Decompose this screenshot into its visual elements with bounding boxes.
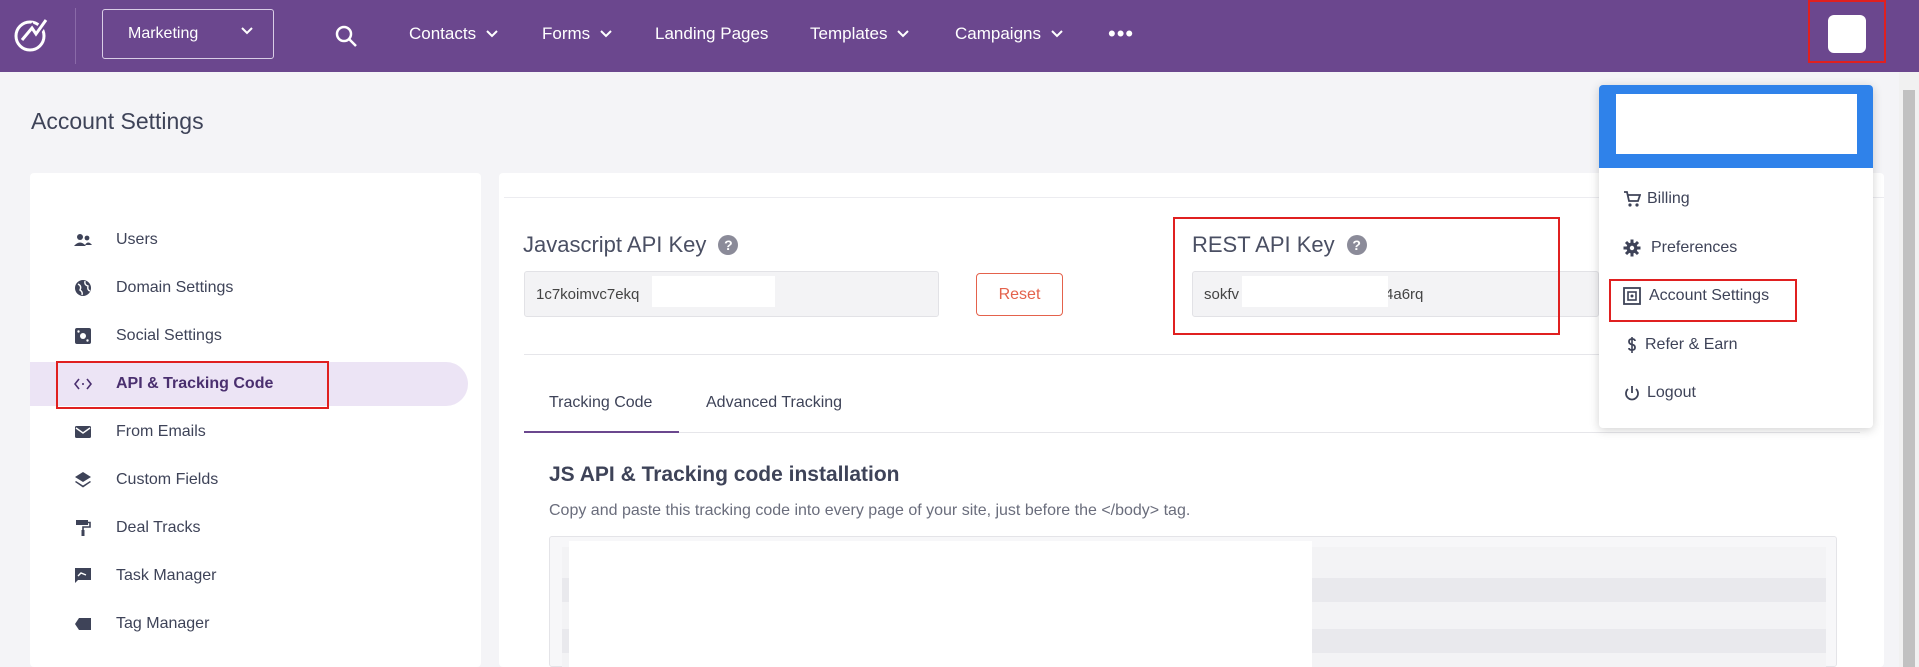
user-info-box (1616, 94, 1857, 154)
nav-contacts-label: Contacts (409, 24, 477, 43)
rest-api-key-highlight (1173, 217, 1560, 335)
users-icon (74, 234, 92, 246)
chevron-down-icon (897, 30, 910, 38)
product-select-label: Marketing (128, 25, 199, 42)
account-settings-highlight (1609, 279, 1797, 322)
menu-item-preferences[interactable]: Preferences (1599, 230, 1873, 266)
social-icon (75, 328, 91, 344)
sidebar-item-label: Social Settings (116, 327, 222, 344)
chevron-down-icon (1051, 30, 1063, 38)
js-api-key-value: 1c7koimvc7ekq (536, 285, 640, 303)
sidebar-item-label: Users (116, 231, 158, 248)
page-title: Account Settings (31, 108, 204, 134)
nav-divider (75, 8, 76, 64)
nav-campaigns-label: Campaigns (955, 24, 1041, 43)
search-icon[interactable] (334, 24, 358, 48)
nav-templates-label: Templates (810, 24, 888, 43)
avatar[interactable] (1828, 15, 1866, 53)
account-dropdown-menu: Billing Preferences Account Settings Ref… (1599, 85, 1873, 428)
page-scrollbar[interactable] (1899, 72, 1919, 667)
top-navigation-bar: Marketing Contacts Forms Landing Pages T… (0, 0, 1919, 72)
sidebar-item-label: Custom Fields (116, 471, 219, 488)
globe-icon (75, 280, 91, 296)
sidebar-item-custom-fields[interactable]: Custom Fields (30, 458, 468, 502)
sidebar-item-label: Deal Tracks (116, 519, 201, 536)
sidebar-item-task-manager[interactable]: Task Manager (30, 554, 468, 598)
chevron-down-icon (241, 27, 253, 35)
more-menu-button[interactable]: ••• (1108, 22, 1134, 46)
gear-icon (1623, 239, 1641, 257)
tag-icon (75, 618, 91, 630)
task-icon (75, 568, 91, 583)
chevron-down-icon (486, 30, 498, 38)
api-tracking-highlight (56, 361, 329, 409)
active-tab-indicator (524, 431, 679, 433)
settings-sidebar: Users Domain Settings Social Settings AP… (30, 173, 481, 667)
product-select[interactable]: Marketing (102, 9, 274, 59)
logo-icon[interactable] (12, 14, 52, 54)
sidebar-item-label: Domain Settings (116, 279, 234, 296)
chevron-down-icon (600, 30, 612, 38)
user-avatar-highlight (1808, 0, 1886, 63)
tab-advanced-tracking[interactable]: Advanced Tracking (706, 394, 842, 412)
menu-item-label: Refer & Earn (1645, 336, 1738, 353)
menu-header (1599, 85, 1873, 168)
nav-forms[interactable]: Forms (542, 24, 612, 44)
redacted-js-key (652, 276, 775, 307)
nav-landing-pages-label: Landing Pages (655, 24, 769, 43)
sidebar-item-tag-manager[interactable]: Tag Manager (30, 602, 468, 646)
tabs-baseline (524, 432, 1860, 433)
menu-item-billing[interactable]: Billing (1599, 181, 1873, 217)
menu-item-logout[interactable]: Logout (1599, 375, 1873, 411)
nav-campaigns[interactable]: Campaigns (955, 24, 1063, 44)
sidebar-item-label: Tag Manager (116, 615, 210, 632)
scrollbar-thumb[interactable] (1903, 90, 1915, 667)
layers-icon (75, 472, 91, 488)
reset-button[interactable]: Reset (976, 273, 1063, 316)
sidebar-item-social-settings[interactable]: Social Settings (30, 314, 468, 358)
menu-item-label: Logout (1647, 384, 1696, 401)
sidebar-item-domain-settings[interactable]: Domain Settings (30, 266, 468, 310)
help-icon[interactable]: ? (718, 235, 739, 255)
dollar-icon (1628, 337, 1636, 353)
sidebar-item-users[interactable]: Users (30, 218, 468, 262)
tracking-section-description: Copy and paste this tracking code into e… (549, 502, 1191, 519)
paint-roller-icon (76, 520, 91, 536)
menu-item-label: Billing (1647, 190, 1690, 207)
mail-icon (75, 426, 91, 438)
tab-tracking-code[interactable]: Tracking Code (549, 394, 652, 412)
sidebar-item-label: From Emails (116, 423, 206, 440)
menu-item-label: Preferences (1651, 239, 1738, 256)
sidebar-item-label: Task Manager (116, 567, 217, 584)
js-api-key-label-text: Javascript API Key (523, 232, 707, 257)
js-api-key-label: Javascript API Key ? (523, 232, 739, 258)
nav-contacts[interactable]: Contacts (409, 24, 498, 44)
menu-item-refer-earn[interactable]: Refer & Earn (1599, 327, 1873, 363)
cart-icon (1624, 191, 1641, 207)
sidebar-item-from-emails[interactable]: From Emails (30, 410, 468, 454)
power-icon (1625, 386, 1639, 401)
nav-forms-label: Forms (542, 24, 591, 43)
redacted-code (569, 541, 1312, 667)
nav-landing-pages[interactable]: Landing Pages (655, 24, 768, 44)
tracking-section-title: JS API & Tracking code installation (549, 463, 900, 486)
nav-templates[interactable]: Templates (810, 24, 910, 44)
sidebar-item-deal-tracks[interactable]: Deal Tracks (30, 506, 468, 550)
